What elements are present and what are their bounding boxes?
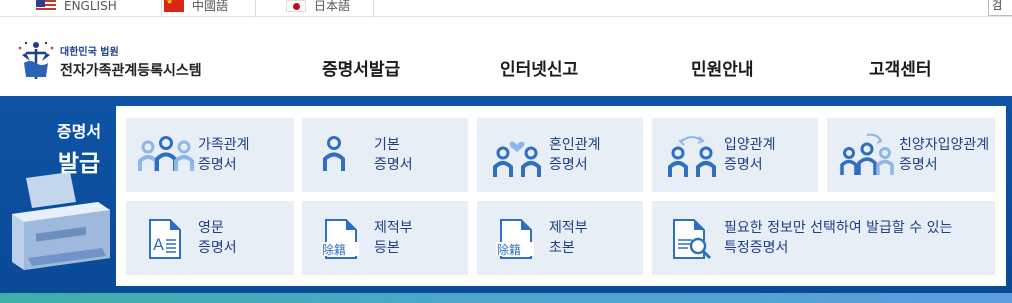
lang-chinese-label: 中國語 [192,0,229,13]
card-label: 가족관계 증명서 [198,135,250,175]
card-label-line2: 증명서 [899,157,938,173]
nav-internet-report[interactable]: 인터넷신고 [500,55,578,80]
certificate-menu: 가족관계 증명서 기본 증명서 혼인관계 증명서 입양관계 증명서 친양자입양관… [116,106,1006,286]
card-label-line1: 가족관계 [198,137,250,153]
lang-english-label: ENGLISH [64,0,117,13]
lang-chinese[interactable]: 中國語 [164,0,256,17]
card-removed-register-extract[interactable]: 除籍 제적부 초본 [477,201,643,275]
logo-subtitle: 대한민국 법원 [60,46,119,58]
court-logo-icon [18,41,54,79]
card-english[interactable]: A 영문 증명서 [126,201,294,275]
family-people-icon [138,136,194,171]
english-document-icon: A [149,219,181,259]
card-label-line2: 초본 [549,240,575,256]
document-search-icon [673,219,712,260]
card-label-line2: 증명서 [198,157,237,173]
card-label-line1: 필요한 정보만 선택하여 발급할 수 있는 [724,220,953,236]
person-icon [323,136,345,171]
card-removed-register-copy[interactable]: 除籍 제적부 등본 [302,201,468,275]
card-label: 혼인관계 증명서 [549,135,601,175]
couple-heart-icon [493,141,541,177]
card-label: 필요한 정보만 선택하여 발급할 수 있는 특정증명서 [724,218,952,258]
lang-english[interactable]: ENGLISH [36,0,162,17]
card-label-line2: 증명서 [724,157,763,173]
japan-flag-icon [286,0,306,12]
card-adoption[interactable]: 입양관계 증명서 [652,118,818,192]
site-header: 대한민국 법원 전자가족관계등록시스템 증명서발급 인터넷신고 민원안내 고객센… [0,17,1012,96]
card-label: 제적부 등본 [374,218,413,258]
removed-register-document-icon: 除籍 [321,219,359,259]
card-label-line1: 입양관계 [724,137,776,153]
badge-text: 除籍 [322,242,346,257]
lang-japanese[interactable]: 日本語 [286,0,374,17]
adoption-arrows-icon [668,136,716,177]
card-marriage[interactable]: 혼인관계 증명서 [477,118,643,192]
card-label: 입양관계 증명서 [724,135,776,175]
nav-customer-center[interactable]: 고객센터 [869,55,932,80]
site-logo[interactable]: 대한민국 법원 전자가족관계등록시스템 [16,39,202,83]
card-label-line2: 등본 [374,240,400,256]
badge-text: 除籍 [497,242,521,257]
bottom-strip [0,290,1012,303]
card-label-line2: 특정증명서 [724,240,789,256]
panel-title-line1: 증명서 [56,122,102,141]
card-label-line1: 기본 [374,137,400,153]
lang-japanese-label: 日本語 [314,0,351,13]
us-flag-icon [36,0,56,12]
card-label-line1: 영문 [198,220,224,236]
card-basic[interactable]: 기본 증명서 [302,118,468,192]
svg-text:A: A [153,235,164,254]
card-label: 제적부 초본 [549,218,588,258]
nav-certificate-issue[interactable]: 증명서발급 [322,55,400,80]
card-label-line1: 혼인관계 [549,137,601,153]
removed-register-extract-icon: 除籍 [496,219,534,259]
card-label: 친양자입양관계 증명서 [899,135,989,175]
china-flag-icon [164,0,184,12]
card-label-line2: 증명서 [198,240,237,256]
card-label: 기본 증명서 [374,135,413,175]
card-full-adoption[interactable]: 친양자입양관계 증명서 [827,118,995,192]
card-family-relation[interactable]: 가족관계 증명서 [126,118,294,192]
card-label-line2: 증명서 [374,157,413,173]
card-specific-certificate[interactable]: 필요한 정보만 선택하여 발급할 수 있는 특정증명서 [652,201,995,275]
card-label-line1: 친양자입양관계 [899,137,990,153]
language-bar: ENGLISH 中國語 日本語 검 [0,0,1012,17]
logo-title: 전자가족관계등록시스템 [60,62,202,79]
printer-icon [12,172,110,270]
card-label-line1: 제적부 [374,220,413,236]
nav-civil-guide[interactable]: 민원안내 [691,55,754,80]
card-label-line2: 증명서 [549,157,588,173]
card-label-line1: 제적부 [549,220,588,236]
card-label: 영문 증명서 [198,218,237,258]
full-adoption-icon [840,133,894,175]
search-input[interactable]: 검 [988,0,1012,16]
